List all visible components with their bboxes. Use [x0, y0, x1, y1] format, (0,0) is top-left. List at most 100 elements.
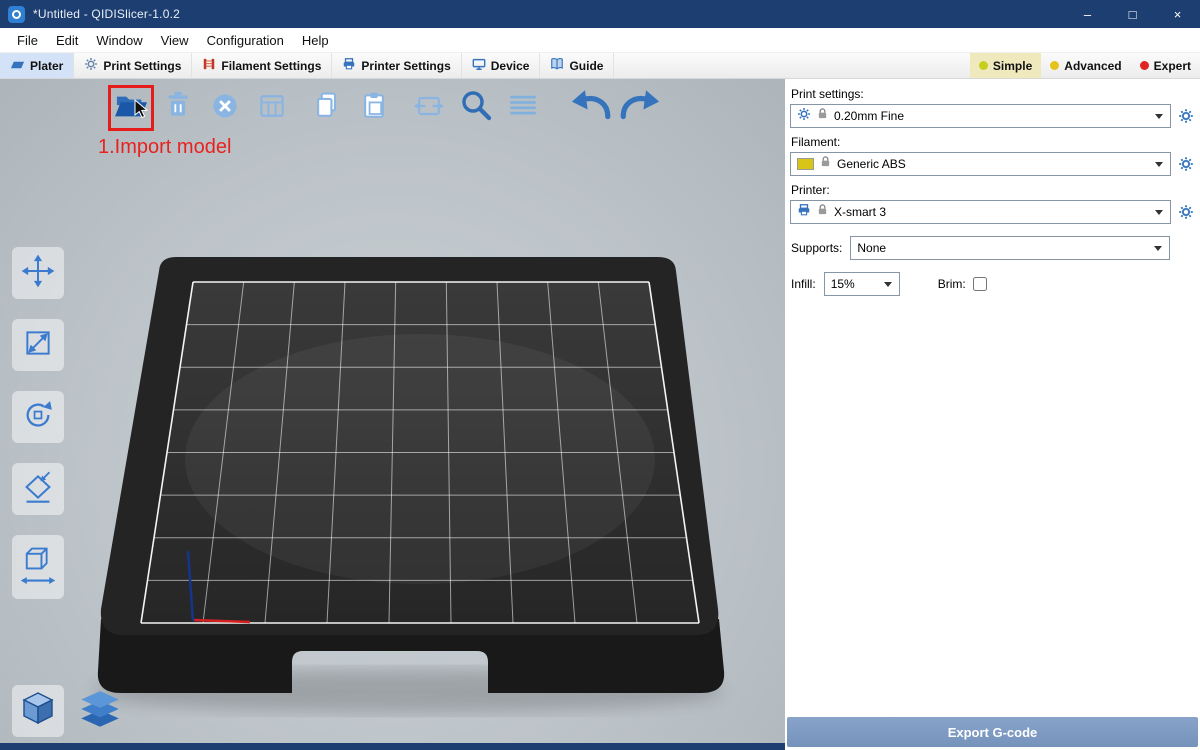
plater-icon: [10, 57, 25, 75]
tabbar: Plater Print Settings Filament Settings …: [0, 53, 1200, 79]
infill-value: 15%: [831, 277, 878, 291]
move-icon: [20, 253, 56, 294]
redo-arrow-icon: [618, 88, 660, 129]
filament-icon: [202, 57, 216, 74]
mode-advanced[interactable]: Advanced: [1041, 53, 1130, 78]
stacked-layers-icon: [77, 689, 123, 736]
menu-help[interactable]: Help: [293, 28, 338, 52]
delete-all-button[interactable]: [206, 89, 244, 127]
printer-preset-select[interactable]: X-smart 3: [790, 200, 1171, 224]
supports-select[interactable]: None: [850, 236, 1170, 260]
tab-printer-settings[interactable]: Printer Settings: [332, 53, 461, 78]
layers-list-button[interactable]: [504, 89, 542, 127]
tab-print-settings[interactable]: Print Settings: [74, 53, 192, 78]
supports-value: None: [857, 241, 1148, 255]
undo-button[interactable]: [573, 89, 611, 127]
menubar: File Edit Window View Configuration Help: [0, 28, 1200, 53]
delete-button[interactable]: [159, 89, 197, 127]
scale-tool[interactable]: [12, 319, 64, 371]
printer-settings-gear-button[interactable]: [1177, 203, 1195, 221]
close-button[interactable]: ×: [1155, 0, 1200, 28]
chevron-down-icon: [884, 282, 892, 287]
gizmo-toolbar: [12, 247, 64, 599]
export-gcode-button[interactable]: Export G-code: [787, 717, 1198, 747]
infill-label: Infill:: [791, 277, 816, 291]
mode-expert[interactable]: Expert: [1131, 53, 1200, 78]
view-3d-button[interactable]: [12, 685, 64, 737]
tab-guide[interactable]: Guide: [540, 53, 614, 78]
brim-label: Brim:: [938, 277, 966, 291]
paste-button[interactable]: [355, 89, 393, 127]
circle-x-icon: [209, 90, 241, 127]
viewport-3d[interactable]: 1.Import model: [0, 79, 785, 750]
infill-select[interactable]: 15%: [824, 272, 900, 296]
menu-configuration[interactable]: Configuration: [198, 28, 293, 52]
gear-icon: [84, 57, 98, 74]
minimize-button[interactable]: –: [1065, 0, 1110, 28]
print-preset-select[interactable]: 0.20mm Fine: [790, 104, 1171, 128]
preview-layers-button[interactable]: [76, 691, 124, 733]
chevron-down-icon: [1154, 246, 1162, 251]
app-logo-icon: [8, 6, 25, 23]
place-on-face-tool[interactable]: [12, 463, 64, 515]
layers-list-icon: [507, 90, 539, 127]
viewport-bottom-frame: [0, 743, 785, 750]
trash-icon: [162, 90, 194, 127]
window-title: *Untitled - QIDISlicer-1.0.2: [33, 7, 180, 21]
lock-icon: [820, 155, 831, 173]
split-button[interactable]: [410, 89, 448, 127]
menu-file[interactable]: File: [8, 28, 47, 52]
maximize-button[interactable]: □: [1110, 0, 1155, 28]
flatten-icon: [20, 469, 56, 510]
printer-icon: [342, 57, 356, 74]
print-settings-label: Print settings:: [791, 87, 1194, 101]
menu-view[interactable]: View: [152, 28, 198, 52]
mode-simple[interactable]: Simple: [970, 53, 1041, 78]
gear-icon: [797, 107, 811, 126]
tab-device[interactable]: Device: [462, 53, 541, 78]
lock-icon: [817, 203, 828, 221]
device-icon: [472, 57, 486, 74]
filament-label: Filament:: [791, 135, 1194, 149]
menu-edit[interactable]: Edit: [47, 28, 87, 52]
tab-plater[interactable]: Plater: [0, 53, 74, 78]
chevron-down-icon: [1155, 114, 1163, 119]
arrange-button[interactable]: [253, 89, 291, 127]
split-arrows-icon: [412, 90, 446, 127]
copy-icon: [311, 90, 343, 127]
mouse-cursor: [134, 99, 148, 119]
filament-preset-value: Generic ABS: [837, 157, 1149, 171]
filament-preset-select[interactable]: Generic ABS: [790, 152, 1171, 176]
redo-button[interactable]: [620, 89, 658, 127]
print-settings-gear-button[interactable]: [1177, 107, 1195, 125]
print-preset-value: 0.20mm Fine: [834, 109, 1149, 123]
titlebar: *Untitled - QIDISlicer-1.0.2 – □ ×: [0, 0, 1200, 28]
paste-icon: [358, 90, 390, 127]
arrange-grid-icon: [256, 90, 288, 127]
chevron-down-icon: [1155, 162, 1163, 167]
tabbar-spacer: [614, 53, 969, 78]
filament-settings-gear-button[interactable]: [1177, 155, 1195, 173]
lock-icon: [817, 107, 828, 125]
undo-arrow-icon: [571, 88, 613, 129]
search-button[interactable]: [457, 89, 495, 127]
measure-tool[interactable]: [12, 535, 64, 599]
viewport-toolbar: [112, 89, 658, 127]
advanced-dot-icon: [1050, 61, 1059, 70]
rotate-tool[interactable]: [12, 391, 64, 443]
copy-button[interactable]: [308, 89, 346, 127]
import-annotation: 1.Import model: [98, 136, 231, 159]
settings-panel: Print settings: 0.20mm Fine Filament: Ge…: [785, 79, 1200, 750]
rotate-icon: [19, 396, 57, 439]
filament-color-swatch: [797, 158, 814, 170]
printer-icon: [797, 203, 811, 222]
brim-checkbox[interactable]: [973, 277, 987, 291]
app-window: *Untitled - QIDISlicer-1.0.2 – □ × File …: [0, 0, 1200, 750]
move-tool[interactable]: [12, 247, 64, 299]
guide-icon: [550, 57, 564, 74]
tab-filament-settings[interactable]: Filament Settings: [192, 53, 332, 78]
measure-icon: [19, 541, 57, 594]
search-icon: [458, 88, 494, 129]
supports-label: Supports:: [791, 241, 842, 255]
menu-window[interactable]: Window: [87, 28, 151, 52]
